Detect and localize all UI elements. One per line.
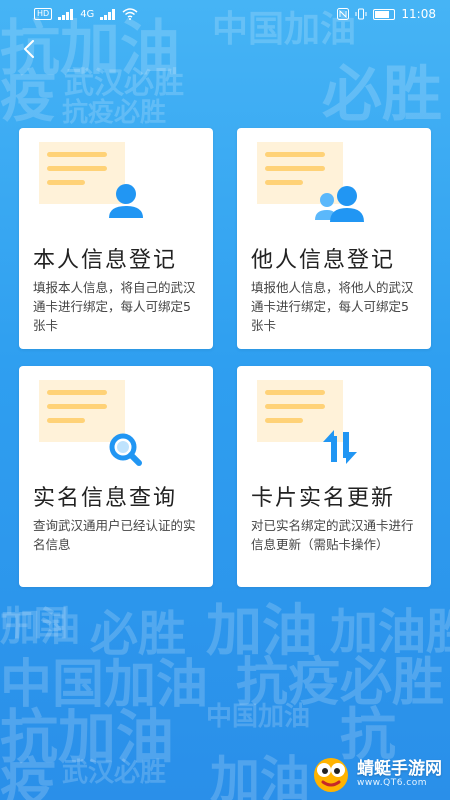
bg-slogan: 中国加油 [206, 702, 311, 732]
site-watermark: 蜻蜓手游网 www.QT6.com [311, 754, 442, 794]
site-name: 蜻蜓手游网 [357, 759, 442, 779]
bg-slogan: 疫 [0, 752, 56, 800]
bg-slogan: 必胜 [322, 60, 442, 130]
hd-badge-icon: HD [34, 8, 53, 20]
card-description: 对已实名绑定的武汉通卡进行信息更新（需贴卡操作） [251, 518, 414, 552]
nfc-icon [337, 8, 350, 20]
card-illustration [257, 142, 367, 232]
card-description: 填报本人信息，将自己的武汉通卡进行绑定，每人可绑定5张卡 [33, 280, 196, 333]
card-illustration [39, 380, 149, 470]
signal-icon [58, 8, 74, 20]
card-title: 本人信息登记 [33, 248, 178, 273]
card-others-registration[interactable]: 他人信息登记 填报他人信息，将他人的武汉通卡进行绑定，每人可绑定5张卡 [237, 128, 431, 349]
clock: 11:08 [401, 7, 436, 21]
bg-slogan: 抗加油 [0, 703, 175, 771]
search-icon [109, 433, 142, 466]
chevron-left-icon [24, 40, 34, 58]
bg-slogan: 中国 [0, 604, 68, 644]
card-illustration [39, 142, 149, 232]
bg-slogan: 武汉必胜 [64, 66, 184, 101]
bg-slogan: 中国加油 [0, 654, 209, 715]
card-self-registration[interactable]: 本人信息登记 填报本人信息，将自己的武汉通卡进行绑定，每人可绑定5张卡 [19, 128, 213, 349]
card-realname-update[interactable]: 卡片实名更新 对已实名绑定的武汉通卡进行信息更新（需贴卡操作） [237, 366, 431, 587]
dragonfly-mascot-icon [314, 758, 348, 792]
card-description: 填报他人信息，将他人的武汉通卡进行绑定，每人可绑定5张卡 [251, 280, 414, 333]
back-button[interactable] [18, 38, 40, 60]
bg-slogan: 加油胜 [330, 604, 450, 660]
bg-slogan: 加油 [206, 598, 318, 664]
card-illustration [257, 380, 367, 470]
card-title: 卡片实名更新 [251, 486, 396, 511]
bg-slogan: 必胜 [90, 606, 187, 662]
card-description: 查询武汉通用户已经认证的实名信息 [33, 518, 196, 552]
card-title: 实名信息查询 [33, 486, 178, 511]
signal-icon [100, 8, 116, 20]
bg-slogan: 抗疫必胜 [62, 98, 167, 128]
wifi-icon [122, 8, 138, 20]
vibrate-icon [355, 8, 367, 20]
bg-slogan: 疫 [0, 64, 56, 130]
battery-icon [373, 8, 396, 20]
site-domain: www.QT6.com [357, 778, 428, 788]
status-bar: HD 4G 11:08 [0, 0, 450, 28]
bg-slogan: 加油 [0, 603, 80, 650]
bg-slogan: 加油 [210, 750, 310, 800]
card-realname-query[interactable]: 实名信息查询 查询武汉通用户已经认证的实名信息 [19, 366, 213, 587]
bg-slogan: 武汉必胜 [62, 758, 167, 788]
network-type: 4G [80, 8, 95, 20]
card-title: 他人信息登记 [251, 248, 396, 273]
bg-slogan: 抗疫必胜 [236, 652, 445, 713]
